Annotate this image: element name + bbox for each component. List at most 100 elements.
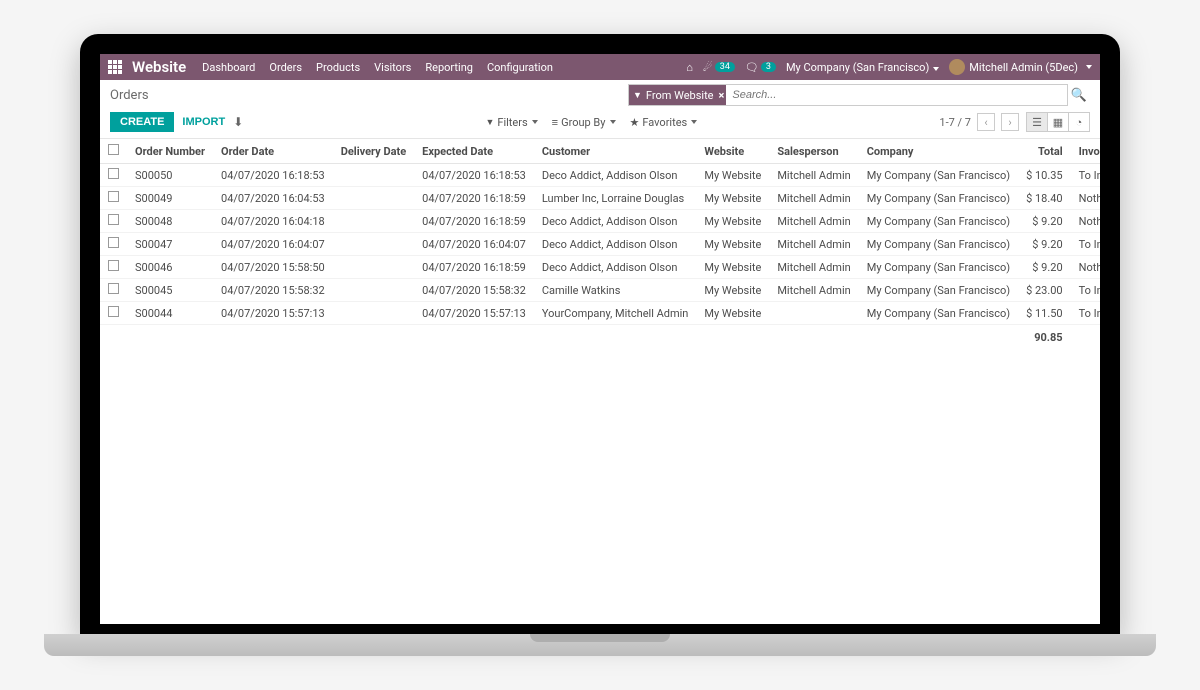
messaging-icon[interactable]: 🗨3 xyxy=(745,61,776,74)
table-row[interactable]: S0004604/07/2020 15:58:5004/07/2020 16:1… xyxy=(100,256,1100,279)
nav-visitors[interactable]: Visitors xyxy=(374,61,411,74)
apps-icon[interactable] xyxy=(108,60,122,74)
cell-customer: Camille Watkins xyxy=(534,279,697,302)
cell-salesperson xyxy=(769,302,858,325)
row-checkbox[interactable] xyxy=(108,237,119,248)
col-total[interactable]: Total xyxy=(1018,139,1071,164)
cell-expected-date: 04/07/2020 15:58:32 xyxy=(414,279,534,302)
cell-expected-date: 04/07/2020 16:04:07 xyxy=(414,233,534,256)
download-icon[interactable]: ⬇ xyxy=(233,115,243,129)
nav-configuration[interactable]: Configuration xyxy=(487,61,553,74)
cell-order-date: 04/07/2020 16:04:53 xyxy=(213,187,333,210)
top-navbar: Website Dashboard Orders Products Visito… xyxy=(100,54,1100,80)
cell-company: My Company (San Francisco) xyxy=(859,256,1018,279)
nav-products[interactable]: Products xyxy=(316,61,360,74)
cell-expected-date: 04/07/2020 16:18:53 xyxy=(414,164,534,187)
filter-icon: ▼ xyxy=(485,117,494,128)
cell-customer: Lumber Inc, Lorraine Douglas xyxy=(534,187,697,210)
cell-website: My Website xyxy=(696,164,769,187)
cell-delivery-date xyxy=(333,164,414,187)
pager-prev[interactable]: ‹ xyxy=(977,113,995,131)
pager-next[interactable]: › xyxy=(1001,113,1019,131)
pager: 1-7 / 7 ‹ › xyxy=(939,113,1019,131)
cell-company: My Company (San Francisco) xyxy=(859,302,1018,325)
cell-delivery-date xyxy=(333,256,414,279)
cell-order-number: S00049 xyxy=(127,187,213,210)
debug-icon[interactable]: ☄34 xyxy=(703,61,735,74)
table-header-row: Order Number Order Date Delivery Date Ex… xyxy=(100,139,1100,164)
cell-total: $ 9.20 xyxy=(1018,233,1071,256)
cell-total: $ 23.00 xyxy=(1018,279,1071,302)
cell-total: $ 11.50 xyxy=(1018,302,1071,325)
view-switcher: ☰ ▦ ◔ xyxy=(1027,112,1090,132)
table-row[interactable]: S0004404/07/2020 15:57:1304/07/2020 15:5… xyxy=(100,302,1100,325)
brand-title: Website xyxy=(132,58,186,76)
search-icon[interactable]: 🔍 xyxy=(1068,88,1090,103)
col-delivery-date[interactable]: Delivery Date xyxy=(333,139,414,164)
activity-view-button[interactable]: ◔ xyxy=(1068,112,1090,132)
row-checkbox[interactable] xyxy=(108,283,119,294)
kanban-view-button[interactable]: ▦ xyxy=(1047,112,1069,132)
table-row[interactable]: S0005004/07/2020 16:18:5304/07/2020 16:1… xyxy=(100,164,1100,187)
groupby-dropdown[interactable]: ≡ Group By xyxy=(548,114,620,131)
control-panel: Orders ▼ From Website × 🔍 CREATE IMPORT xyxy=(100,80,1100,139)
search-box[interactable]: ▼ From Website × xyxy=(628,84,1068,106)
debug-badge: 34 xyxy=(715,62,735,72)
funnel-icon: ▼ xyxy=(633,90,642,101)
favorites-dropdown[interactable]: ★ Favorites xyxy=(626,114,702,131)
cell-order-date: 04/07/2020 15:57:13 xyxy=(213,302,333,325)
filters-dropdown[interactable]: ▼ Filters xyxy=(481,114,541,131)
filters-label: Filters xyxy=(497,116,527,129)
import-button[interactable]: IMPORT xyxy=(182,116,225,128)
cell-customer: Deco Addict, Addison Olson xyxy=(534,210,697,233)
table-footer-row: 90.85 xyxy=(100,325,1100,351)
cell-company: My Company (San Francisco) xyxy=(859,164,1018,187)
row-checkbox[interactable] xyxy=(108,191,119,202)
cell-company: My Company (San Francisco) xyxy=(859,233,1018,256)
cell-customer: Deco Addict, Addison Olson xyxy=(534,233,697,256)
cell-order-number: S00050 xyxy=(127,164,213,187)
cell-invoice-status: To Invoice xyxy=(1071,164,1100,187)
cell-order-number: S00044 xyxy=(127,302,213,325)
cell-order-date: 04/07/2020 15:58:32 xyxy=(213,279,333,302)
cell-order-date: 04/07/2020 16:18:53 xyxy=(213,164,333,187)
cell-total: $ 9.20 xyxy=(1018,256,1071,279)
row-checkbox[interactable] xyxy=(108,260,119,271)
home-icon[interactable]: ⌂ xyxy=(686,61,693,74)
table-row[interactable]: S0004704/07/2020 16:04:0704/07/2020 16:0… xyxy=(100,233,1100,256)
cell-invoice-status: Nothing to Invoice xyxy=(1071,210,1100,233)
table-row[interactable]: S0004804/07/2020 16:04:1804/07/2020 16:1… xyxy=(100,210,1100,233)
select-all-checkbox[interactable] xyxy=(108,144,119,155)
cell-customer: Deco Addict, Addison Olson xyxy=(534,256,697,279)
company-switcher[interactable]: My Company (San Francisco) xyxy=(786,61,939,74)
row-checkbox[interactable] xyxy=(108,306,119,317)
cell-total: $ 10.35 xyxy=(1018,164,1071,187)
table-row[interactable]: S0004904/07/2020 16:04:5304/07/2020 16:1… xyxy=(100,187,1100,210)
col-invoice-status[interactable]: Invoice Status xyxy=(1071,139,1100,164)
cell-salesperson: Mitchell Admin xyxy=(769,210,858,233)
col-salesperson[interactable]: Salesperson xyxy=(769,139,858,164)
col-website[interactable]: Website xyxy=(696,139,769,164)
col-customer[interactable]: Customer xyxy=(534,139,697,164)
nav-orders[interactable]: Orders xyxy=(269,61,302,74)
col-order-date[interactable]: Order Date xyxy=(213,139,333,164)
user-menu[interactable]: Mitchell Admin (5Dec) xyxy=(949,59,1092,75)
cell-delivery-date xyxy=(333,210,414,233)
pager-value[interactable]: 1-7 / 7 xyxy=(939,116,971,129)
cell-delivery-date xyxy=(333,279,414,302)
list-view-button[interactable]: ☰ xyxy=(1026,112,1048,132)
nav-reporting[interactable]: Reporting xyxy=(425,61,473,74)
table-row[interactable]: S0004504/07/2020 15:58:3204/07/2020 15:5… xyxy=(100,279,1100,302)
cell-website: My Website xyxy=(696,279,769,302)
col-order-number[interactable]: Order Number xyxy=(127,139,213,164)
row-checkbox[interactable] xyxy=(108,168,119,179)
create-button[interactable]: CREATE xyxy=(110,112,174,132)
col-expected-date[interactable]: Expected Date xyxy=(414,139,534,164)
col-company[interactable]: Company xyxy=(859,139,1018,164)
facet-remove-icon[interactable]: × xyxy=(719,89,725,102)
search-input[interactable] xyxy=(730,89,1067,101)
cell-company: My Company (San Francisco) xyxy=(859,187,1018,210)
nav-dashboard[interactable]: Dashboard xyxy=(202,61,255,74)
cell-salesperson: Mitchell Admin xyxy=(769,256,858,279)
row-checkbox[interactable] xyxy=(108,214,119,225)
